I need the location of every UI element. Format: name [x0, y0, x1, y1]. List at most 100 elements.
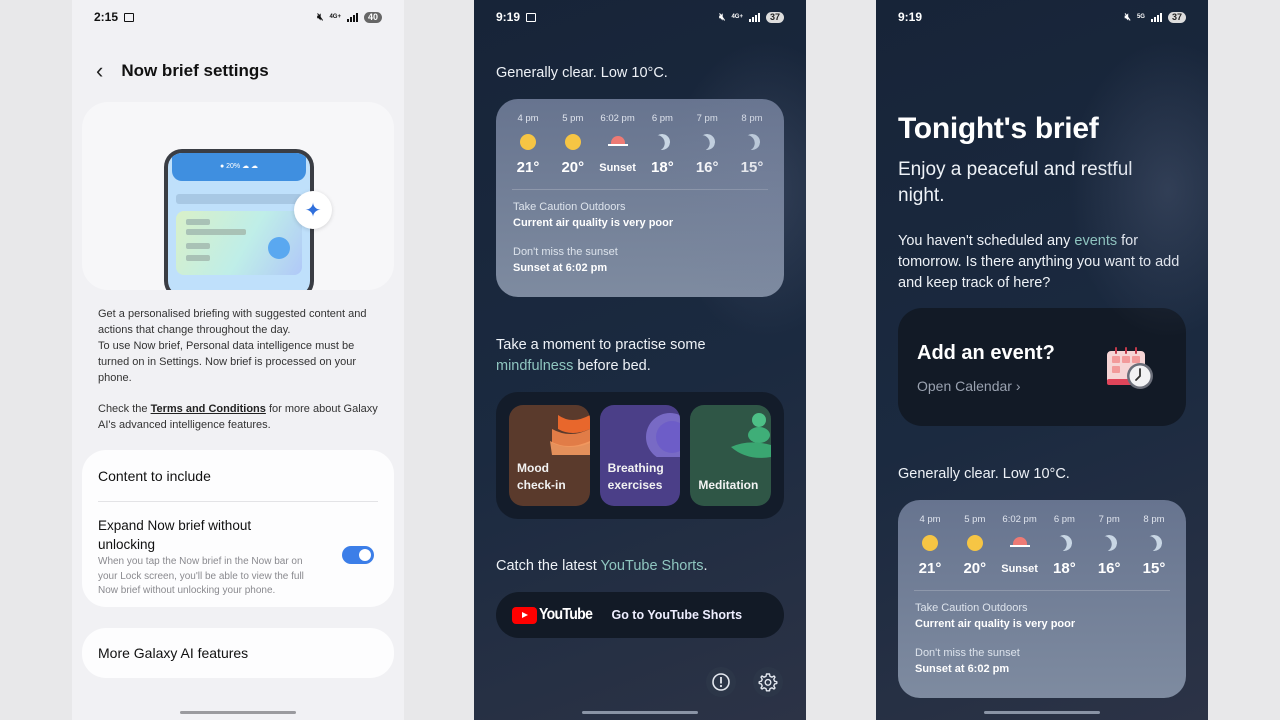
weather-card[interactable]: 4 pm 21° 5 pm 20° 6:02 pm Sunset 6 pm 18° 7 pm 16…: [898, 500, 1186, 698]
status-bar: 9:19 🔇︎ 5G 37: [898, 8, 1186, 26]
content-to-include-item[interactable]: Content to include: [98, 468, 211, 484]
mindfulness-prefix: Take a moment to practise some: [496, 337, 706, 353]
youtube-shorts-link[interactable]: YouTube Shorts: [601, 558, 704, 574]
moon-icon: [653, 133, 672, 152]
calendar-clock-icon: [1107, 347, 1153, 389]
terms-and-conditions-link[interactable]: Terms and Conditions: [151, 403, 266, 415]
forecast-hour: 5 pm 20°: [955, 514, 995, 580]
brief-title: Tonight's brief: [898, 112, 1099, 145]
expand-without-unlocking-toggle[interactable]: [342, 546, 374, 564]
forecast-hour: 5 pm 20°: [553, 113, 593, 179]
youtube-button-label: Go to YouTube Shorts: [611, 608, 743, 622]
forecast-time: 6:02 pm: [1002, 514, 1037, 525]
description: Get a personalised briefing with suggest…: [98, 306, 378, 433]
forecast-icon-wrap: [687, 127, 727, 157]
air-quality-value: Current air quality is very poor: [513, 217, 674, 229]
description-para2: To use Now brief, Personal data intellig…: [98, 340, 357, 384]
expand-without-unlocking-item[interactable]: Expand Now brief without unlocking When …: [98, 516, 308, 599]
now-brief-evening-screen: 9:19 🔇︎ 4G+ 37 Generally clear. Low 10°C…: [474, 0, 806, 720]
meditation-tile[interactable]: Meditation: [690, 405, 772, 506]
air-quality-label: Take Caution Outdoors: [513, 201, 626, 213]
network-type: 4G+: [731, 14, 743, 20]
settings-button[interactable]: [753, 667, 783, 697]
youtube-wordmark: YouTube: [539, 606, 593, 623]
forecast-hour: 6 pm 18°: [642, 113, 682, 179]
youtube-prefix: Catch the latest: [496, 558, 601, 574]
forecast-time: 4 pm: [919, 514, 941, 525]
sunset-icon: [607, 134, 628, 150]
mock-weather-bar: ● 20% ☁ ☁: [172, 153, 306, 181]
signal-icon: [748, 12, 760, 22]
sunset-label: Don't miss the sunset: [915, 647, 1020, 659]
tile-label: Meditation: [698, 478, 759, 492]
forecast-icon-wrap: [1089, 528, 1129, 558]
expand-title: Expand Now brief without unlocking: [98, 518, 252, 552]
mindfulness-tiles: Mood check-in Breathing exercises Medita…: [496, 392, 784, 519]
open-calendar-link[interactable]: Open Calendar ›: [917, 378, 1021, 394]
more-galaxy-ai-features-item[interactable]: More Galaxy AI features: [98, 645, 248, 661]
back-icon[interactable]: ‹: [96, 60, 103, 82]
forecast-value: 18°: [651, 159, 674, 176]
mindfulness-message: Take a moment to practise some mindfulne…: [496, 335, 784, 377]
moon-icon: [698, 133, 717, 152]
go-to-youtube-shorts-button[interactable]: YouTube Go to YouTube Shorts: [496, 592, 784, 638]
battery-level: 37: [765, 11, 784, 23]
sunset-value: Sunset at 6:02 pm: [513, 262, 608, 274]
galaxy-ai-sparkle-icon: ✦: [294, 191, 332, 229]
events-link[interactable]: events: [1074, 233, 1117, 249]
weather-summary: Generally clear. Low 10°C.: [898, 466, 1070, 482]
add-event-card[interactable]: Add an event? Open Calendar ›: [898, 308, 1186, 426]
sun-icon: [564, 134, 581, 150]
network-type: 4G+: [329, 14, 341, 20]
mindfulness-suffix: before bed.: [573, 358, 651, 374]
weather-card[interactable]: 4 pm 21° 5 pm 20° 6:02 pm Sunset 6 pm 18° 7 pm 16…: [496, 99, 784, 297]
youtube-play-icon: [512, 606, 537, 624]
sun-icon: [922, 535, 938, 551]
mood-check-in-tile[interactable]: Mood check-in: [509, 405, 590, 506]
home-indicator[interactable]: [180, 711, 296, 714]
forecast-icon-wrap: [910, 528, 950, 558]
signal-icon: [346, 12, 358, 22]
youtube-suffix: .: [703, 558, 708, 574]
info-button[interactable]: [706, 667, 736, 697]
moon-icon: [1100, 534, 1119, 553]
forecast-time: 6 pm: [651, 113, 673, 124]
forecast-icon-wrap: [598, 127, 638, 157]
sun-icon: [520, 134, 536, 150]
home-indicator[interactable]: [984, 711, 1100, 714]
mute-icon: 🔇︎: [1124, 11, 1131, 23]
tonights-brief-screen: 9:19 🔇︎ 5G 37 Tonight's brief Enjoy a pe…: [876, 0, 1208, 720]
forecast-icon-wrap: [955, 528, 995, 558]
moon-icon: [1055, 534, 1074, 553]
open-calendar-label: Open Calendar: [917, 378, 1012, 394]
sun-icon: [966, 535, 983, 551]
mood-layers-icon: [549, 415, 590, 455]
forecast-icon-wrap: [553, 127, 593, 157]
forecast-icon-wrap: [1134, 528, 1174, 558]
gear-icon: [758, 673, 778, 692]
forecast-value: 15°: [740, 159, 764, 176]
breathing-exercises-tile[interactable]: Breathing exercises: [599, 405, 681, 506]
mindfulness-link[interactable]: mindfulness: [496, 358, 573, 374]
events-prefix: You haven't scheduled any: [898, 233, 1075, 249]
moon-icon: [743, 133, 762, 152]
forecast-time: 7 pm: [1098, 514, 1120, 525]
forecast-hour: 6:02 pm Sunset: [1000, 514, 1040, 580]
tile-label: Breathing exercises: [607, 461, 664, 492]
status-bar: 9:19 🔇︎ 4G+ 37: [496, 8, 784, 26]
meditation-stones-icon: [731, 413, 772, 458]
forecast-value: 21°: [918, 560, 942, 577]
breathing-circles-icon: [646, 413, 681, 457]
battery-level: 40: [363, 11, 382, 23]
forecast-value: 20°: [561, 159, 585, 176]
home-indicator[interactable]: [582, 711, 698, 714]
forecast-hour: 7 pm 16°: [687, 113, 727, 179]
events-message: You haven't scheduled any events for tom…: [898, 231, 1190, 294]
battery-level: 37: [1167, 11, 1186, 23]
forecast-icon-wrap: [1044, 528, 1084, 558]
forecast-icon-wrap: [732, 127, 772, 157]
forecast-value: 18°: [1053, 560, 1076, 577]
description-para1: Get a personalised briefing with suggest…: [98, 308, 367, 336]
info-icon: [712, 673, 730, 691]
sunset-icon: [1009, 535, 1030, 551]
